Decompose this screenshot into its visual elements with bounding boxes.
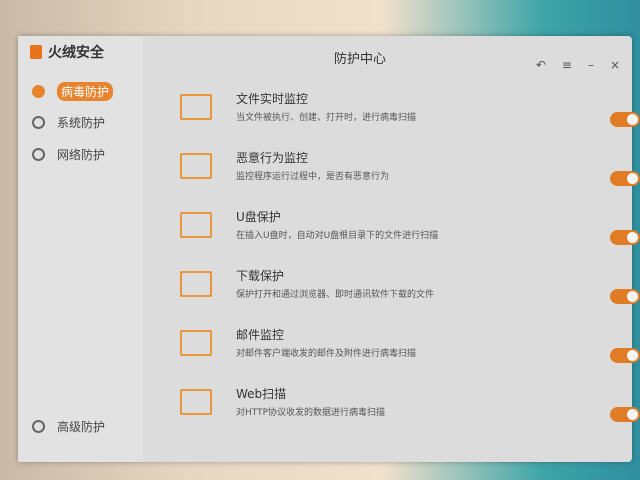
network-icon [32, 148, 45, 161]
feature-toggle[interactable] [610, 348, 640, 363]
feature-toggle[interactable] [610, 112, 640, 127]
feature-name: 下载保护 [236, 269, 285, 283]
window-controls: ↶ ≡ – × [536, 58, 620, 72]
feature-name: Web扫描 [236, 387, 287, 401]
feature-description: 监控程序运行过程中，是否有恶意行为 [236, 172, 390, 182]
feature-name: 恶意行为监控 [236, 151, 309, 165]
mail-icon [180, 330, 212, 356]
folder-icon [180, 94, 212, 120]
system-icon [32, 116, 45, 129]
feature-description: 对邮件客户端收发的邮件及附件进行病毒扫描 [236, 349, 417, 359]
web-scan-icon [180, 389, 212, 415]
sidebar: 火绒安全 病毒防护 系统防护 网络防护 高级防护 [18, 36, 143, 462]
sidebar-item-network-protection[interactable]: 网络防护 [32, 146, 105, 163]
feature-name: U盘保护 [236, 210, 281, 224]
close-button[interactable]: × [610, 58, 620, 72]
back-button[interactable]: ↶ [536, 58, 546, 72]
feature-toggle[interactable] [610, 171, 640, 186]
advanced-icon [32, 420, 45, 433]
feature-description: 当文件被执行、创建、打开时，进行病毒扫描 [236, 113, 417, 123]
feature-item: Web扫描 对HTTP协议收发的数据进行病毒扫描 [180, 385, 640, 435]
usb-drive-icon [180, 212, 212, 238]
app-window: 火绒安全 病毒防护 系统防护 网络防护 高级防护 防护中心 ↶ ≡ – × 文件… [18, 36, 640, 462]
sidebar-item-label: 病毒防护 [57, 82, 114, 101]
feature-item: 邮件监控 对邮件客户端收发的邮件及附件进行病毒扫描 [180, 326, 640, 376]
sidebar-item-label: 网络防护 [57, 148, 106, 162]
feature-name: 文件实时监控 [236, 92, 309, 106]
feature-toggle[interactable] [610, 407, 640, 422]
feature-name: 邮件监控 [236, 328, 285, 342]
feature-description: 在插入U盘时，自动对U盘根目录下的文件进行扫描 [236, 231, 439, 241]
sidebar-item-label: 系统防护 [57, 116, 106, 130]
sidebar-item-virus-protection[interactable]: 病毒防护 [32, 82, 114, 101]
shield-icon [32, 85, 45, 98]
minimize-button[interactable]: – [588, 58, 594, 72]
feature-toggle[interactable] [610, 289, 640, 304]
sidebar-item-label: 高级防护 [57, 420, 106, 434]
feature-item: U盘保护 在插入U盘时，自动对U盘根目录下的文件进行扫描 [180, 208, 640, 258]
sidebar-item-advanced-protection[interactable]: 高级防护 [32, 418, 105, 435]
menu-button[interactable]: ≡ [562, 58, 572, 72]
download-icon [180, 271, 212, 297]
feature-toggle[interactable] [610, 230, 640, 245]
feature-item: 下载保护 保护打开和通过浏览器、即时通讯软件下载的文件 [180, 267, 640, 317]
sidebar-item-system-protection[interactable]: 系统防护 [32, 114, 105, 131]
feature-description: 保护打开和通过浏览器、即时通讯软件下载的文件 [236, 290, 435, 300]
behavior-monitor-icon [180, 153, 212, 179]
feature-description: 对HTTP协议收发的数据进行病毒扫描 [236, 408, 386, 418]
feature-item: 恶意行为监控 监控程序运行过程中，是否有恶意行为 [180, 149, 640, 199]
feature-item: 文件实时监控 当文件被执行、创建、打开时，进行病毒扫描 [180, 90, 640, 140]
